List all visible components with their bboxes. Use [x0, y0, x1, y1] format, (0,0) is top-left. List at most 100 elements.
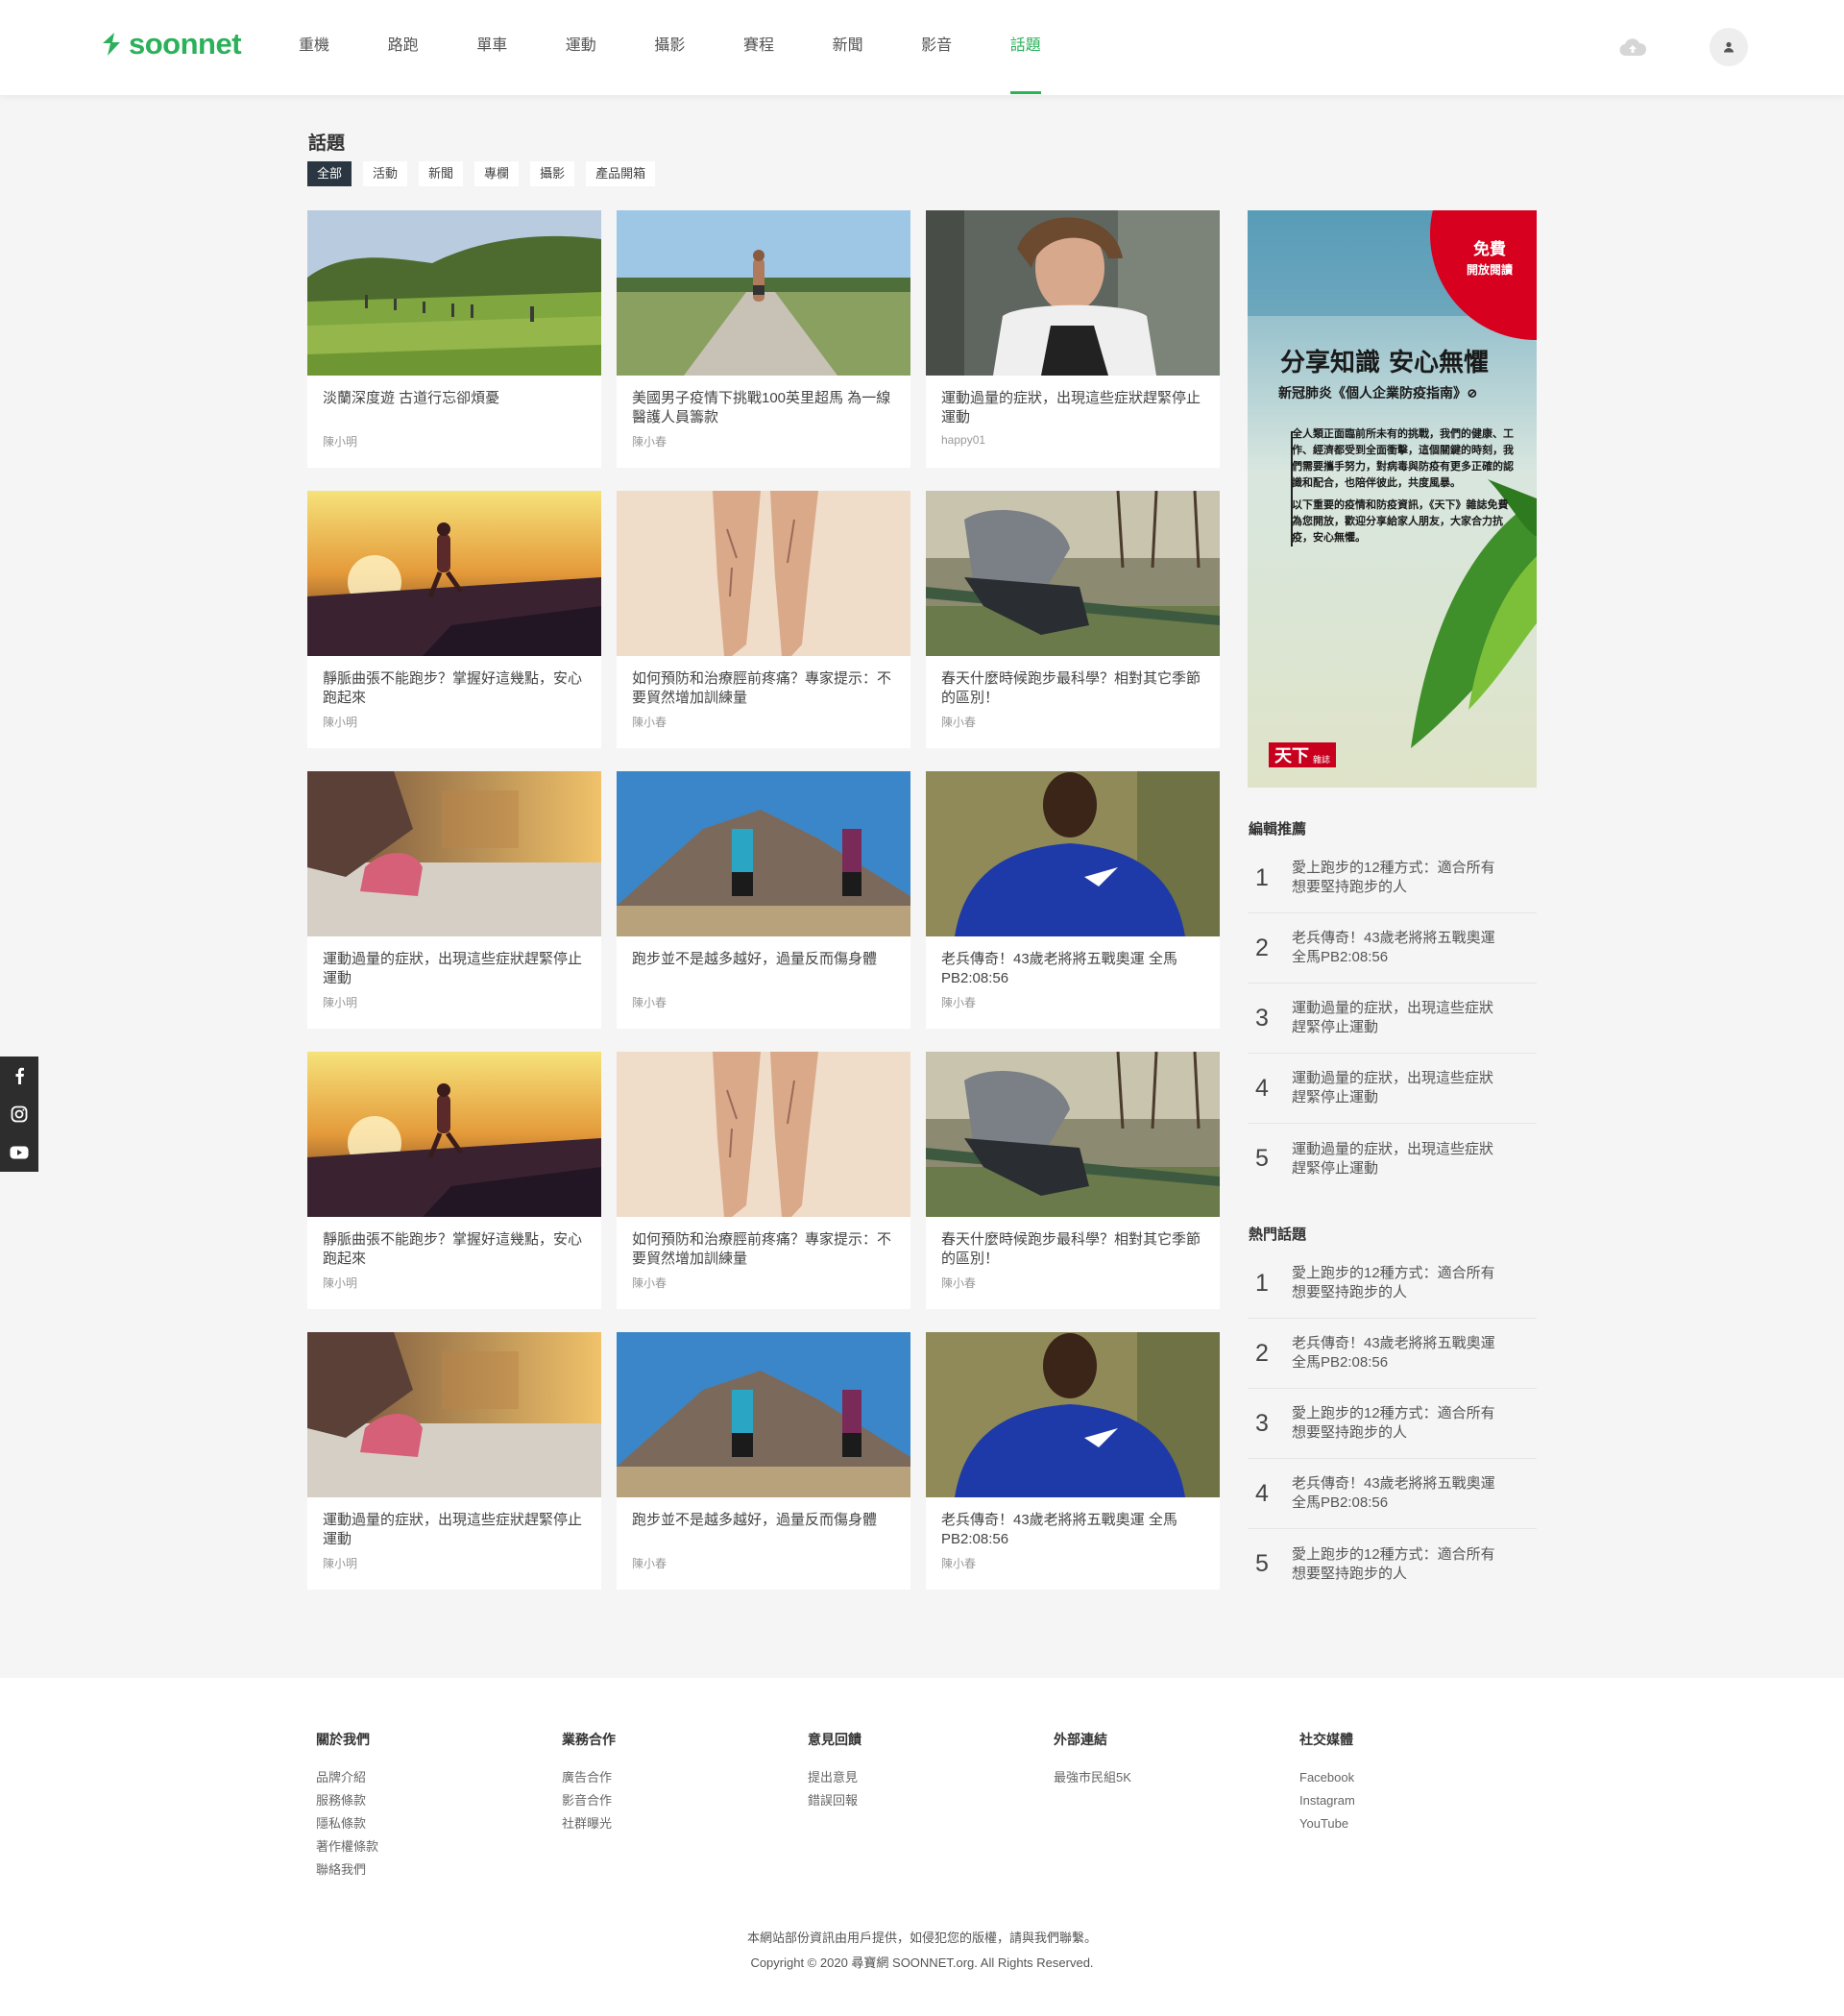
footer-link[interactable]: 社群曝光 — [562, 1812, 616, 1835]
footer-link[interactable]: 品牌介紹 — [316, 1766, 378, 1789]
filter-all[interactable]: 全部 — [307, 161, 352, 186]
article-card[interactable]: 靜脈曲張不能跑步？掌握好這幾點，安心跑起來 陳小明 — [307, 1052, 601, 1309]
rank-title: 老兵傳奇！43歲老將將五戰奧運 全馬PB2:08:56 — [1292, 1475, 1495, 1511]
article-grid: 淡蘭深度遊 古道行忘卻煩憂 陳小明 美國男子疫情下挑戰100英里超馬 為一線醫護… — [307, 210, 1220, 1590]
article-card[interactable]: 淡蘭深度遊 古道行忘卻煩憂 陳小明 — [307, 210, 601, 468]
article-author: 陳小春 — [941, 1276, 977, 1290]
ad-body: 全人類正面臨前所未有的挑戰，我們的健康、工作、經濟都受到全面衝擊，這個關鍵的時刻… — [1292, 425, 1515, 546]
article-card[interactable]: 春天什麼時候跑步最科學？相對其它季節的區別！ 陳小春 — [926, 491, 1220, 748]
nav-item[interactable]: 賽程 — [743, 0, 833, 95]
footer-link[interactable]: 錯誤回報 — [808, 1789, 861, 1812]
article-thumbnail — [617, 210, 910, 376]
site-header: soonnet 重機 路跑 單車 運動 攝影 賽程 新聞 影音 話題 — [0, 0, 1844, 95]
hot-topic-item[interactable]: 1 愛上跑步的12種方式：適合所有想要堅持跑步的人 — [1248, 1249, 1537, 1319]
article-thumbnail — [307, 1052, 601, 1217]
hot-topic-item[interactable]: 2 老兵傳奇！43歲老將將五戰奧運 全馬PB2:08:56 — [1248, 1319, 1537, 1389]
footer-link[interactable]: Instagram — [1299, 1789, 1355, 1812]
article-card[interactable]: 運動過量的症狀，出現這些症狀趕緊停止運動 陳小明 — [307, 1332, 601, 1590]
hot-topics-list: 1 愛上跑步的12種方式：適合所有想要堅持跑步的人 2 老兵傳奇！43歲老將將五… — [1248, 1249, 1537, 1599]
nav-item[interactable]: 路跑 — [388, 0, 477, 95]
article-title: 春天什麼時候跑步最科學？相對其它季節的區別！ — [941, 1231, 1201, 1267]
article-title: 淡蘭深度遊 古道行忘卻煩憂 — [323, 390, 500, 406]
article-title: 靜脈曲張不能跑步？掌握好這幾點，安心跑起來 — [323, 1231, 583, 1267]
rank-title: 愛上跑步的12種方式：適合所有想要堅持跑步的人 — [1292, 860, 1495, 895]
youtube-link[interactable] — [0, 1133, 38, 1172]
article-card[interactable]: 跑步並不是越多越好，過量反而傷身體 陳小春 — [617, 771, 910, 1029]
article-title: 運動過量的症狀，出現這些症狀趕緊停止運動 — [941, 390, 1201, 425]
footer-column-title: 社交媒體 — [1299, 1732, 1353, 1747]
footer-link[interactable]: 提出意見 — [808, 1766, 861, 1789]
nav-item[interactable]: 單車 — [476, 0, 566, 95]
user-avatar-button[interactable] — [1710, 28, 1748, 66]
instagram-link[interactable] — [0, 1095, 38, 1133]
rank-title: 運動過量的症狀，出現這些症狀趕緊停止運動 — [1292, 1140, 1494, 1177]
article-author: 陳小春 — [941, 716, 977, 729]
article-title: 跑步並不是越多越好，過量反而傷身體 — [632, 1512, 878, 1528]
article-card[interactable]: 跑步並不是越多越好，過量反而傷身體 陳小春 — [617, 1332, 910, 1590]
nav-item[interactable]: 新聞 — [833, 0, 922, 95]
rank-number: 4 — [1255, 1074, 1269, 1102]
footer-column-title: 外部連結 — [1054, 1732, 1107, 1747]
article-thumbnail — [617, 491, 910, 656]
article-card[interactable]: 運動過量的症狀，出現這些症狀趕緊停止運動 happy01 — [926, 210, 1220, 468]
footer-link[interactable]: 隱私條款 — [316, 1812, 378, 1835]
article-title: 老兵傳奇！43歲老將將五戰奧運 全馬PB2:08:56 — [941, 1512, 1177, 1547]
article-card[interactable]: 運動過量的症狀，出現這些症狀趕緊停止運動 陳小明 — [307, 771, 601, 1029]
article-card[interactable]: 美國男子疫情下挑戰100英里超馬 為一線醫護人員籌款 陳小春 — [617, 210, 910, 468]
nav-item[interactable]: 影音 — [921, 0, 1010, 95]
rank-number: 1 — [1255, 1269, 1269, 1297]
article-author: 陳小明 — [323, 716, 358, 729]
article-title: 如何預防和治療脛前疼痛？專家提示：不要貿然增加訓練量 — [632, 1231, 892, 1267]
article-card[interactable]: 如何預防和治療脛前疼痛？專家提示：不要貿然增加訓練量 陳小春 — [617, 1052, 910, 1309]
logo-mark-icon — [103, 33, 120, 56]
filter-unboxing[interactable]: 產品開箱 — [586, 161, 656, 186]
filter-events[interactable]: 活動 — [363, 161, 408, 186]
footer-link[interactable]: Facebook — [1299, 1766, 1355, 1789]
footer-column-social: 社交媒體 Facebook Instagram YouTube — [1299, 1730, 1355, 1835]
editor-pick-item[interactable]: 1 愛上跑步的12種方式：適合所有想要堅持跑步的人 — [1248, 843, 1537, 913]
filter-news[interactable]: 新聞 — [419, 161, 464, 186]
footer-link[interactable]: 聯絡我們 — [316, 1858, 378, 1882]
editor-pick-item[interactable]: 3 運動過量的症狀，出現這些症狀趕緊停止運動 — [1248, 984, 1537, 1054]
facebook-link[interactable] — [0, 1057, 38, 1095]
footer-link[interactable]: 著作權條款 — [316, 1835, 378, 1858]
footer-column-title: 業務合作 — [562, 1732, 616, 1747]
facebook-icon — [15, 1067, 24, 1084]
cloud-icon[interactable] — [1619, 36, 1646, 58]
editor-pick-item[interactable]: 2 老兵傳奇！43歲老將將五戰奧運 全馬PB2:08:56 — [1248, 913, 1537, 984]
footer-link[interactable]: 廣告合作 — [562, 1766, 616, 1789]
footer-link[interactable]: YouTube — [1299, 1812, 1355, 1835]
nav-item[interactable]: 重機 — [299, 0, 388, 95]
nav-item[interactable]: 攝影 — [654, 0, 743, 95]
editor-pick-item[interactable]: 4 運動過量的症狀，出現這些症狀趕緊停止運動 — [1248, 1054, 1537, 1124]
hot-topic-item[interactable]: 5 愛上跑步的12種方式：適合所有想要堅持跑步的人 — [1248, 1529, 1537, 1599]
ad-logo-text: 天下 — [1274, 746, 1309, 766]
editor-pick-item[interactable]: 5 運動過量的症狀，出現這些症狀趕緊停止運動 — [1248, 1124, 1537, 1194]
article-card[interactable]: 春天什麼時候跑步最科學？相對其它季節的區別！ 陳小春 — [926, 1052, 1220, 1309]
youtube-icon — [10, 1146, 29, 1159]
sidebar-ad-banner[interactable]: 免費 開放閱讀 分享知識 安心無懼 新冠肺炎《個人企業防疫指南》⊘ 全人類正面臨… — [1248, 210, 1537, 788]
site-footer: 關於我們 品牌介紹 服務條款 隱私條款 著作權條款 聯絡我們 業務合作 廣告合作… — [0, 1678, 1844, 2016]
article-author: happy01 — [941, 433, 986, 447]
brand-logo[interactable]: soonnet — [100, 27, 242, 61]
article-thumbnail — [926, 210, 1220, 376]
ad-publisher-logo: 天下 雜誌 — [1269, 742, 1337, 767]
hot-topic-item[interactable]: 4 老兵傳奇！43歲老將將五戰奧運 全馬PB2:08:56 — [1248, 1459, 1537, 1529]
footer-link[interactable]: 最強市民組5K — [1054, 1766, 1131, 1789]
article-author: 陳小明 — [323, 1557, 358, 1570]
filter-photography[interactable]: 攝影 — [530, 161, 575, 186]
article-card[interactable]: 靜脈曲張不能跑步？掌握好這幾點，安心跑起來 陳小明 — [307, 491, 601, 748]
footer-link[interactable]: 影音合作 — [562, 1789, 616, 1812]
article-card[interactable]: 老兵傳奇！43歲老將將五戰奧運 全馬PB2:08:56 陳小春 — [926, 771, 1220, 1029]
footer-link[interactable]: 服務條款 — [316, 1789, 378, 1812]
article-card[interactable]: 老兵傳奇！43歲老將將五戰奧運 全馬PB2:08:56 陳小春 — [926, 1332, 1220, 1590]
article-card[interactable]: 如何預防和治療脛前疼痛？專家提示：不要貿然增加訓練量 陳小春 — [617, 491, 910, 748]
article-author: 陳小春 — [632, 435, 667, 449]
rank-title: 愛上跑步的12種方式：適合所有想要堅持跑步的人 — [1292, 1405, 1495, 1441]
rank-title: 運動過量的症狀，出現這些症狀趕緊停止運動 — [1292, 1070, 1494, 1105]
nav-item[interactable]: 運動 — [566, 0, 655, 95]
hot-topic-item[interactable]: 3 愛上跑步的12種方式：適合所有想要堅持跑步的人 — [1248, 1389, 1537, 1459]
filter-columns[interactable]: 專欄 — [474, 161, 520, 186]
article-thumbnail — [926, 1332, 1220, 1497]
nav-item-active[interactable]: 話題 — [1009, 0, 1100, 95]
